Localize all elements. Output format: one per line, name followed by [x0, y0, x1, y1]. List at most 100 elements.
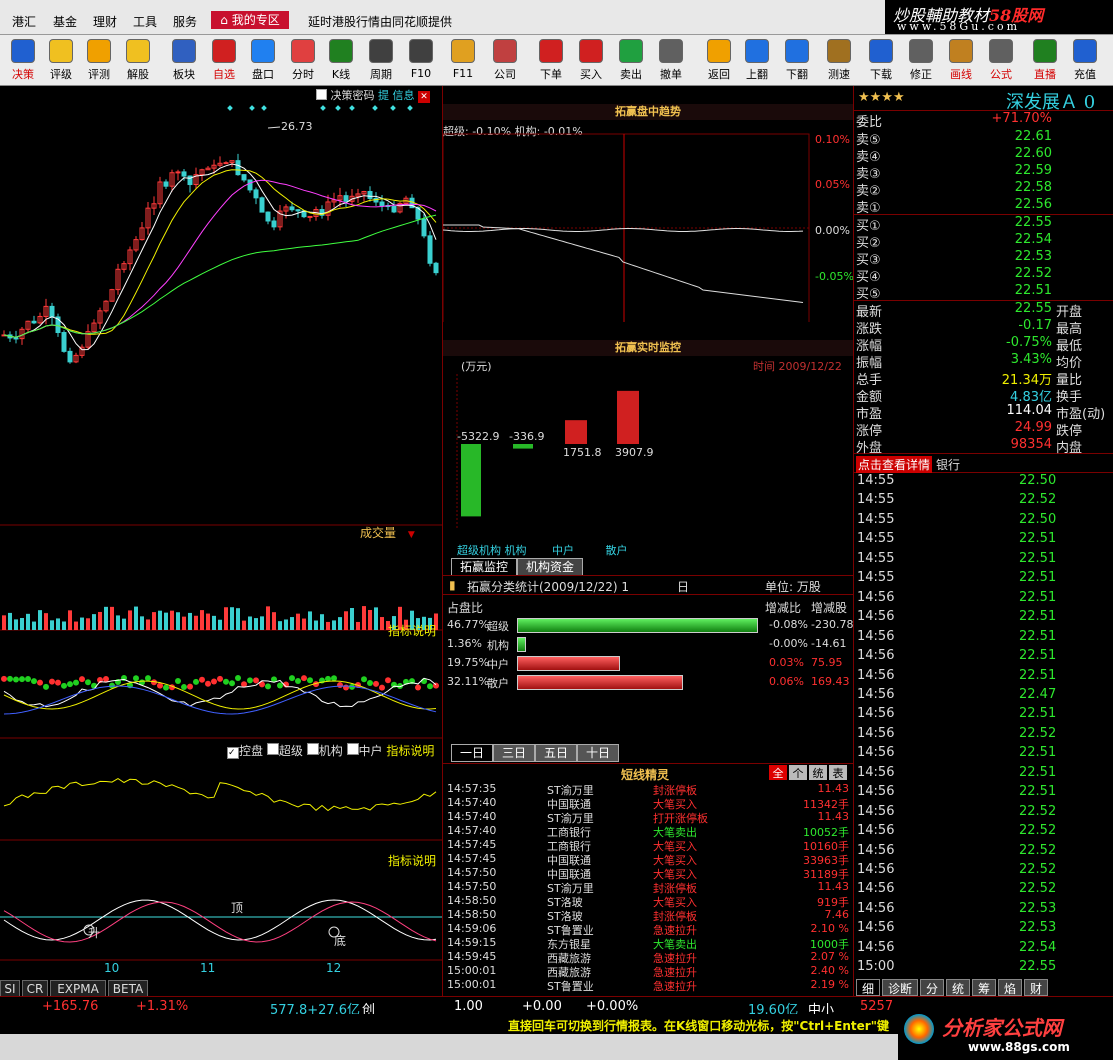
- checkbox-chaoji[interactable]: [266, 743, 279, 755]
- menu-item-tools[interactable]: 工具: [133, 13, 157, 30]
- tab-three-day[interactable]: 三日: [493, 744, 535, 762]
- toolbar-button-25[interactable]: 直播: [1026, 37, 1064, 83]
- tab-ten-day[interactable]: 十日: [577, 744, 619, 762]
- toolbar-button-3[interactable]: 解股: [119, 37, 157, 83]
- indicator-dot: [331, 675, 337, 682]
- elf-row[interactable]: 14:59:06 ST鲁置业 急速拉升 2.10 %: [443, 922, 853, 937]
- toolbar-button-22[interactable]: 修正: [902, 37, 940, 83]
- ratio-value: +71.70%: [991, 111, 1052, 126]
- tab-institution-funds[interactable]: 机构资金: [517, 558, 583, 576]
- toolbar-button-17[interactable]: 返回: [700, 37, 738, 83]
- toolbar-button-21[interactable]: 下载: [862, 37, 900, 83]
- elf-row[interactable]: 14:58:50 ST洛玻 大笔买入 919手: [443, 894, 853, 909]
- elf-filter-table[interactable]: 表: [829, 765, 847, 780]
- view-detail-button[interactable]: 点击查看详情: [856, 456, 933, 473]
- elf-row[interactable]: 14:58:50 ST洛玻 封涨停板 7.46: [443, 908, 853, 923]
- quote-tab-4[interactable]: 筹: [972, 979, 996, 996]
- elf-row[interactable]: 15:00:01 ST鲁置业 急速拉升 2.19 %: [443, 978, 853, 993]
- tab-five-day[interactable]: 五日: [535, 744, 577, 762]
- elf-filter-stat[interactable]: 统: [809, 765, 827, 780]
- elf-row[interactable]: 15:00:01 西藏旅游 急速拉升 2.40 %: [443, 964, 853, 979]
- toolbar-button-11[interactable]: F11: [444, 37, 482, 83]
- quote-tab-5[interactable]: 焰: [998, 979, 1022, 996]
- elf-row[interactable]: 14:57:40 ST渝万里 打开涨停板 11.43: [443, 810, 853, 825]
- bottom-bar: 分析家公式网 www.88gs.com: [0, 1006, 1113, 1060]
- elf-row[interactable]: 14:59:45 西藏旅游 急速拉升 2.07 %: [443, 950, 853, 965]
- indicator-dot: [265, 683, 271, 690]
- toolbar-button-10[interactable]: F10: [402, 37, 440, 83]
- up-icon: [745, 39, 769, 63]
- candle-body: [259, 197, 265, 213]
- monitor-bar-label-0: -5322.9: [457, 430, 499, 443]
- toolbar-button-14[interactable]: 买入: [572, 37, 610, 83]
- toolbar-button-13[interactable]: 下单: [532, 37, 570, 83]
- tick-row: 14:55 22.51: [854, 550, 1113, 569]
- tick-row: 14:55 22.51: [854, 530, 1113, 549]
- volume-bars: [2, 606, 438, 630]
- elf-row[interactable]: 14:57:35 ST渝万里 封涨停板 11.43: [443, 782, 853, 797]
- signal-diamond: [227, 105, 233, 111]
- toolbar-button-19[interactable]: 下翻: [778, 37, 816, 83]
- decision-password-checkbox[interactable]: [316, 89, 327, 100]
- toolbar-button-16[interactable]: 撤单: [652, 37, 690, 83]
- my-zone-button[interactable]: ⌂ 我的专区: [211, 11, 289, 29]
- bottom-signal-label: 底: [334, 933, 346, 948]
- indicator-note-1[interactable]: 指标说明: [388, 622, 436, 639]
- toolbar-button-15[interactable]: 卖出: [612, 37, 650, 83]
- toolbar-button-23[interactable]: 画线: [942, 37, 980, 83]
- toolbar-button-5[interactable]: 自选: [205, 37, 243, 83]
- tab-tuoying-monitor[interactable]: 拓赢监控: [451, 558, 517, 575]
- indicator-note-3[interactable]: 指标说明: [388, 852, 436, 869]
- toolbar-button-26[interactable]: 充值: [1066, 37, 1104, 83]
- quote-tab-0[interactable]: 细: [856, 979, 880, 996]
- menu-item-fund[interactable]: 基金: [53, 13, 77, 30]
- tick-time: 14:56: [857, 881, 895, 897]
- elf-row[interactable]: 14:59:15 东方银星 大笔卖出 1000手: [443, 936, 853, 951]
- elf-filter-all[interactable]: 全: [769, 765, 787, 780]
- quote-tab-2[interactable]: 分: [920, 979, 944, 996]
- volume-bar: [146, 619, 150, 630]
- toolbar-button-2[interactable]: 评测: [80, 37, 118, 83]
- menu-item-finance[interactable]: 理财: [93, 13, 117, 30]
- toolbar-button-4[interactable]: 板块: [165, 37, 203, 83]
- live-icon: [1033, 39, 1057, 63]
- elf-row[interactable]: 14:57:50 ST渝万里 封涨停板 11.43: [443, 880, 853, 895]
- checkbox-kongpan[interactable]: ✓: [227, 747, 239, 759]
- toolbar-button-18[interactable]: 上翻: [738, 37, 776, 83]
- elf-row[interactable]: 14:57:45 工商银行 大笔买入 10160手: [443, 838, 853, 853]
- quote-tab-6[interactable]: 财: [1024, 979, 1048, 996]
- menu-item-hk[interactable]: 港汇: [12, 13, 36, 30]
- elf-row[interactable]: 14:57:40 工商银行 大笔卖出 10052手: [443, 824, 853, 839]
- volume-title[interactable]: 成交量 ▼: [360, 524, 440, 540]
- tick-price: 22.51: [1019, 745, 1057, 761]
- elf-filter-single[interactable]: 个: [789, 765, 807, 780]
- elf-row[interactable]: 14:57:40 中国联通 大笔买入 11342手: [443, 796, 853, 811]
- sector-label[interactable]: 银行: [936, 456, 960, 473]
- toolbar-label: 买入: [580, 68, 602, 81]
- quote-tab-1[interactable]: 诊断: [882, 979, 918, 996]
- toolbar-button-7[interactable]: 分时: [284, 37, 322, 83]
- toolbar-button-24[interactable]: 公式: [982, 37, 1020, 83]
- toolbar-button-9[interactable]: 周期: [362, 37, 400, 83]
- elf-row[interactable]: 14:57:50 中国联通 大笔买入 31189手: [443, 866, 853, 881]
- chevron-down-icon[interactable]: ▼: [408, 530, 415, 540]
- quote-tab-3[interactable]: 统: [946, 979, 970, 996]
- stat-row: 最新 22.55 开盘: [854, 301, 1113, 320]
- tab-one-day[interactable]: 一日: [451, 744, 493, 762]
- checkbox-zhonghu[interactable]: [346, 743, 359, 755]
- elf-value: 2.40 %: [810, 964, 849, 977]
- indicator-note-2[interactable]: 指标说明: [386, 744, 434, 758]
- f8-icon: [369, 39, 393, 63]
- elf-row[interactable]: 14:57:45 中国联通 大笔买入 33963手: [443, 852, 853, 867]
- toolbar-button-12[interactable]: 公司: [486, 37, 524, 83]
- toolbar-button-8[interactable]: K线: [322, 37, 360, 83]
- toolbar-button-20[interactable]: 测速: [820, 37, 858, 83]
- candle-body: [421, 218, 427, 237]
- toolbar-button-1[interactable]: 评级: [42, 37, 80, 83]
- indicator-dot: [55, 679, 61, 686]
- menu-item-service[interactable]: 服务: [173, 13, 197, 30]
- checkbox-jigou[interactable]: [306, 743, 319, 755]
- toolbar-button-0[interactable]: 决策: [4, 37, 42, 83]
- toolbar-button-6[interactable]: 盘口: [244, 37, 282, 83]
- candle-body: [391, 205, 397, 213]
